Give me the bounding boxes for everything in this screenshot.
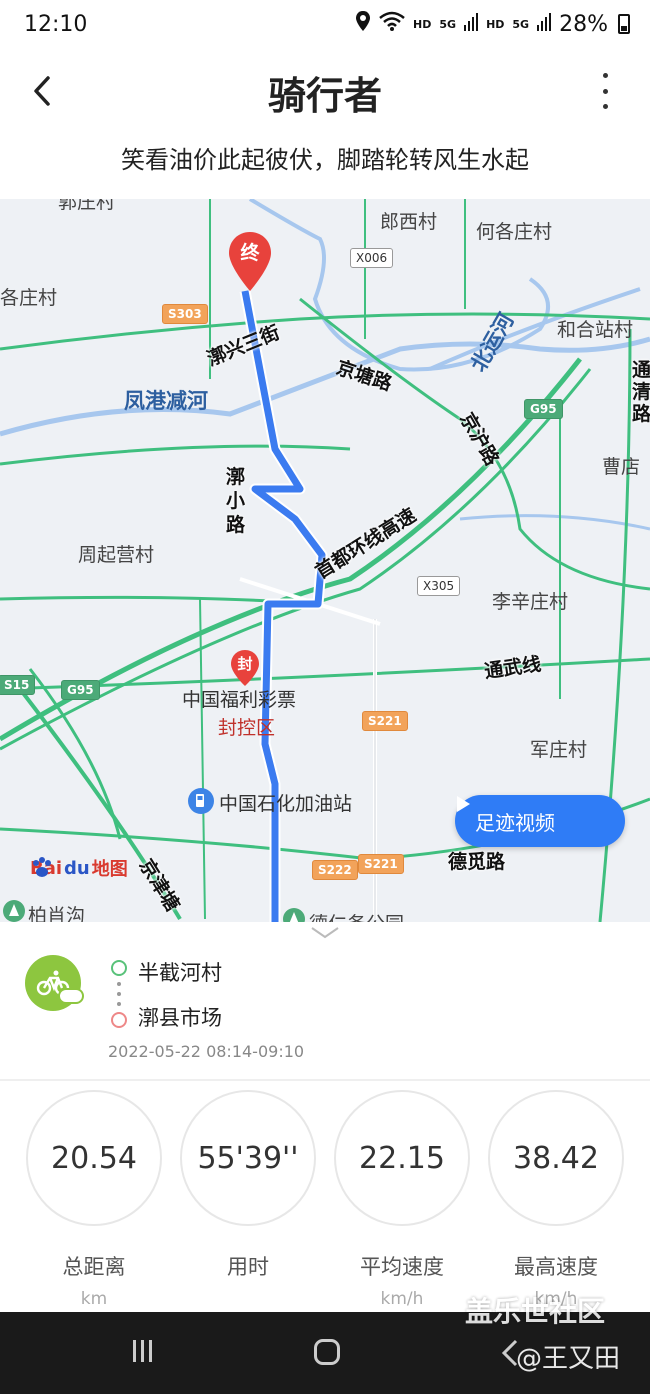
map-label-caodian: 曹店	[602, 456, 641, 478]
stat-duration: 55'39'' 用时	[178, 1090, 318, 1289]
chevron-down-icon	[311, 927, 339, 939]
more-dot	[602, 73, 608, 78]
stat-value: 38.42	[488, 1090, 624, 1226]
location-icon	[355, 10, 371, 38]
logo-text-du: du	[64, 857, 90, 879]
battery-icon	[618, 14, 630, 34]
home-button[interactable]	[314, 1339, 340, 1365]
road-shield-s221-south: S221	[358, 854, 404, 874]
stat-label: 总距离	[62, 1255, 126, 1279]
map-label-langxi: 郎西村	[380, 211, 438, 233]
status-icons: HD 5G HD 5G 28%	[355, 10, 630, 38]
stat-average-speed: 22.15 平均速度 km/h	[332, 1090, 472, 1309]
water-label-fenggang: 凤港减河	[124, 389, 208, 413]
stat-label: 用时	[227, 1255, 269, 1279]
road-shield-x305: X305	[417, 576, 461, 596]
stat-distance: 20.54 总距离 km	[24, 1090, 164, 1309]
end-point-icon	[111, 1012, 127, 1028]
signal-icon-b	[537, 12, 552, 37]
road-shield-s15: S15	[0, 675, 36, 695]
stat-max-speed: 38.42 最高速度 km/h	[486, 1090, 626, 1309]
watermark-community: 盖乐世社区	[465, 1295, 606, 1328]
cloud-icon	[58, 988, 84, 1004]
end-marker-label: 终	[240, 242, 260, 264]
road-shield-x006: X006	[350, 248, 394, 268]
status-bar: 12:10 HD 5G HD 5G 28%	[0, 0, 650, 55]
stat-unit: km/h	[380, 1289, 424, 1309]
ride-datetime: 2022-05-22 08:14-09:10	[108, 1042, 305, 1061]
stat-value: 55'39''	[180, 1090, 316, 1226]
route-summary: 半截河村 漷县市场 2022-05-22 08:14-09:10	[0, 940, 650, 1080]
more-options-button[interactable]	[590, 69, 620, 113]
more-dot	[602, 88, 608, 94]
end-location: 漷县市场	[138, 1006, 222, 1030]
ride-stats: 20.54 总距离 km 55'39'' 用时 22.15 平均速度 km/h …	[0, 1090, 650, 1312]
divider	[0, 1079, 650, 1081]
network-type-a: HD	[413, 17, 432, 31]
map-label-hege: 何各庄村	[476, 221, 553, 243]
map-label-blocked-area: 封控区	[218, 717, 276, 739]
footprint-video-button[interactable]: 足迹视频	[455, 795, 625, 847]
logo-text-map: 地图	[91, 859, 128, 880]
footprint-video-label: 足迹视频	[475, 810, 555, 835]
signal-type-a: 5G	[439, 17, 457, 31]
road-shield-s222: S222	[312, 860, 358, 880]
map-label-dexing: 德仁务公园	[309, 909, 404, 922]
recent-apps-button[interactable]	[133, 1340, 152, 1362]
start-point-icon	[111, 960, 127, 976]
road-shield-g95: G95	[524, 399, 563, 419]
network-type-b: HD	[486, 17, 505, 31]
road-shield-s303: S303	[162, 304, 208, 324]
map-label-gezhuang: 各庄村	[0, 287, 58, 309]
battery-percent: 28%	[559, 11, 608, 37]
baidu-map-logo: Bai du 地图	[30, 855, 128, 881]
stat-value: 22.15	[334, 1090, 470, 1226]
road-label-xiaolu: 漷小路	[226, 466, 246, 536]
road-shield-s221: S221	[362, 711, 408, 731]
road-label-demi: 德觅路	[448, 851, 506, 873]
route-connector	[117, 982, 121, 1006]
signal-type-b: 5G	[512, 17, 530, 31]
map-label-sinopec: 中国石化加油站	[219, 793, 353, 815]
stat-label: 最高速度	[514, 1255, 598, 1279]
road-label-tongqing: 通清路	[632, 359, 650, 425]
start-location: 半截河村	[138, 961, 222, 985]
stat-label: 平均速度	[360, 1255, 444, 1279]
blocked-marker-label: 封	[237, 655, 253, 673]
road-shield-g95-left: G95	[61, 680, 100, 700]
slogan-text: 笑看油价此起彼伏，脚踏轮转风生水起	[121, 146, 529, 174]
more-dot	[602, 104, 608, 109]
stat-value: 20.54	[26, 1090, 162, 1226]
map-label-lixin: 李辛庄村	[492, 591, 569, 613]
signal-icon-a	[464, 12, 479, 37]
map-label-junzhuang: 军庄村	[530, 739, 588, 761]
play-icon	[457, 796, 470, 812]
app-bar: 骑行者	[0, 55, 650, 130]
paw-icon	[33, 857, 51, 877]
watermark-author: @王又田	[516, 1344, 621, 1374]
drawer-handle[interactable]	[310, 925, 340, 939]
route-map[interactable]: 郭庄村 郎西村 何各庄村 各庄村 和合站村 漷兴三街 京塘路 北运河 通清路 凤…	[0, 199, 650, 922]
stat-unit: km	[80, 1289, 108, 1309]
map-label-lottery: 中国福利彩票	[182, 689, 297, 711]
status-time: 12:10	[24, 12, 88, 37]
page-title: 骑行者	[267, 74, 382, 118]
map-label-baixiao: 柏肖沟	[28, 905, 86, 922]
map-label-guozhuang: 郭庄村	[58, 199, 116, 213]
wifi-icon	[379, 11, 405, 37]
map-label-zhouqi: 周起营村	[78, 544, 155, 566]
map-label-hehe: 和合站村	[557, 319, 634, 341]
